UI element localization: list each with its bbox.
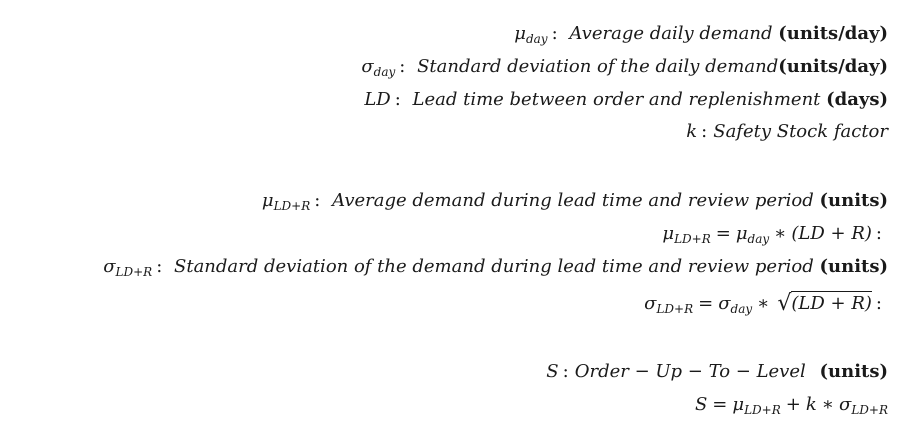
times-sign: ∗ (774, 223, 787, 244)
definition-order-up-to: S: Order − Up − To − Level (units) (546, 360, 888, 384)
sigma-symbol: σ (644, 293, 657, 314)
mu-symbol: μ (735, 223, 748, 244)
definition-unit: (units) (819, 190, 889, 211)
times-sign: ∗ (821, 394, 835, 415)
equals-sign: = (715, 223, 731, 244)
mu-subscript: LD+R (744, 403, 781, 417)
times-sign: ∗ (757, 293, 770, 314)
equals-sign: = (712, 394, 728, 415)
colon: : (875, 293, 882, 314)
sigma-subscript: LD+R (656, 302, 694, 316)
equals-sign: = (698, 293, 714, 314)
sigma-symbol: σ (361, 56, 374, 77)
definition-description: Standard deviation of the demand during … (174, 256, 814, 277)
mu-symbol: μ (662, 223, 675, 244)
definition-mu-ld-r: μLD+R: Average demand during lead time a… (262, 189, 888, 218)
colon: : (156, 256, 163, 277)
definition-description: Standard deviation of the daily demand (417, 56, 779, 77)
s-symbol: S (694, 394, 708, 415)
formula-mu-ld-r: μLD+R = μday ∗ (LD + R): (662, 222, 888, 251)
colon: : (701, 121, 708, 142)
mu-subscript: day (525, 32, 548, 46)
definition-description: Lead time between order and replenishmen… (412, 89, 821, 110)
colon: : (394, 89, 401, 110)
s-symbol: S (546, 361, 559, 382)
radicand: (LD + R) (791, 291, 872, 314)
sigma-subscript: LD+R (851, 403, 888, 417)
day-subscript: day (747, 232, 770, 246)
sigma-subscript: day (373, 65, 396, 79)
definition-unit: (units/day) (778, 23, 888, 44)
k-symbol: k (805, 394, 817, 415)
definition-k: k: Safety Stock factor (686, 120, 888, 144)
formula-term: (LD + R) (791, 293, 872, 314)
sigma-symbol: σ (103, 256, 116, 277)
formula-page: μday: Average daily demand (units/day) σ… (0, 0, 897, 425)
colon: : (314, 190, 321, 211)
formula-term: (LD + R) (791, 223, 872, 244)
plus-sign: + (785, 394, 801, 415)
definition-sigma-day: σday: Standard deviation of the daily de… (361, 55, 888, 84)
mu-symbol: μ (514, 23, 526, 44)
colon: : (399, 56, 406, 77)
mu-symbol: μ (261, 190, 274, 211)
sigma-symbol: σ (718, 293, 731, 314)
ld-symbol: LD (364, 89, 391, 110)
day-subscript: day (730, 302, 753, 316)
definition-mu-day: μday: Average daily demand (units/day) (514, 22, 888, 51)
definition-description: Average demand during lead time and revi… (332, 190, 814, 211)
definition-description: Average daily demand (569, 23, 773, 44)
colon: : (562, 361, 569, 382)
definition-lead-time: LD: Lead time between order and replenis… (364, 88, 888, 112)
k-symbol: k (686, 121, 698, 142)
definition-unit: (units/day) (778, 56, 888, 77)
colon: : (875, 223, 882, 244)
mu-subscript: LD+R (674, 232, 711, 246)
colon: : (551, 23, 558, 44)
definition-unit: (units) (819, 361, 889, 382)
definition-unit: (days) (826, 89, 888, 110)
definition-sigma-ld-r: σLD+R: Standard deviation of the demand … (103, 255, 888, 284)
square-root-icon: √ (777, 291, 792, 316)
sigma-symbol: σ (839, 394, 852, 415)
mu-subscript: LD+R (273, 199, 311, 213)
sigma-subscript: LD+R (115, 265, 153, 279)
definition-description: Order − Up − To − Level (574, 361, 806, 382)
definition-unit: (units) (819, 256, 889, 277)
mu-symbol: μ (732, 394, 745, 415)
formula-sigma-ld-r: σLD+R = σday ∗ √(LD + R): (644, 291, 888, 321)
definition-description: Safety Stock factor (713, 121, 888, 142)
formula-order-up-to: S = μLD+R + k ∗ σLD+R (695, 393, 888, 422)
